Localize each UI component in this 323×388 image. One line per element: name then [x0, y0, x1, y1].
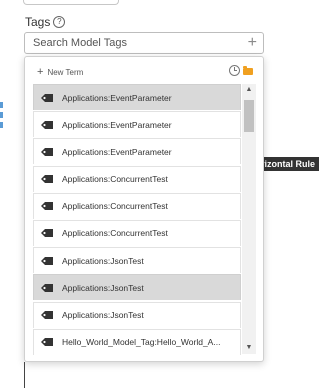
tag-list-item-label: Hello_World_Model_Tag:Hello_World_A...: [62, 337, 221, 348]
tags-field-label: Tags ?: [25, 15, 66, 29]
tag-list-item[interactable]: Applications:JsonTest: [33, 301, 241, 328]
tag-list-item[interactable]: Applications:ConcurrentTest: [33, 219, 241, 246]
plus-icon: +: [37, 66, 44, 78]
tag-list-item-label: Applications:JsonTest: [62, 282, 144, 293]
tag-list-item[interactable]: Applications:EventParameter: [33, 84, 241, 110]
tag-list-item-label: Applications:EventParameter: [62, 146, 172, 157]
tag-icon: [41, 202, 53, 211]
folder-icon[interactable]: [243, 66, 253, 75]
tag-icon: [41, 175, 53, 184]
tag-icon: [41, 338, 53, 347]
tag-icon: [41, 256, 53, 265]
tag-list-item[interactable]: Applications:EventParameter: [33, 111, 241, 138]
background-link-fragment: [0, 112, 3, 118]
previous-field-box: [23, 0, 119, 5]
background-link-fragment: [0, 122, 3, 128]
tag-icon: [41, 311, 53, 319]
clock-icon[interactable]: [229, 65, 240, 76]
horizontal-rule-label: rizontal Rule: [258, 157, 320, 171]
tag-list-item[interactable]: Applications:JsonTest: [33, 247, 241, 274]
tag-list-item[interactable]: Applications:ConcurrentTest: [33, 165, 241, 192]
tag-list-item-label: Applications:ConcurrentTest: [62, 228, 168, 239]
tag-icon: [41, 93, 53, 102]
scroll-up-arrow-icon[interactable]: ▲: [242, 84, 256, 96]
tag-list-item-label: Applications:ConcurrentTest: [62, 201, 168, 212]
tag-list-item-label: Applications:JsonTest: [62, 255, 144, 266]
tag-list-item[interactable]: Applications:JsonTest: [33, 274, 241, 301]
new-term-button[interactable]: + New Term: [37, 66, 84, 78]
scrollbar-thumb[interactable]: [244, 100, 254, 132]
tag-list-item[interactable]: Applications:EventParameter: [33, 138, 241, 165]
tag-search-input[interactable]: [25, 33, 243, 53]
tag-search-box[interactable]: +: [24, 32, 264, 54]
tag-icon: [41, 120, 53, 129]
tag-list-item[interactable]: Hello_World_Model_Tag:Hello_World_A...: [33, 328, 241, 355]
tag-icon: [41, 229, 53, 238]
new-term-label: New Term: [47, 67, 84, 77]
tag-list-item-label: Applications:JsonTest: [62, 310, 144, 320]
tag-list-item-label: Applications:ConcurrentTest: [62, 174, 168, 185]
scroll-down-arrow-icon[interactable]: ▼: [242, 342, 256, 354]
tag-list: Applications:EventParameter Applications:…: [33, 84, 241, 360]
tag-icon: [41, 147, 53, 156]
dropdown-icons: [229, 65, 253, 76]
add-tag-icon[interactable]: +: [248, 35, 257, 51]
tag-list-item-label: Applications:EventParameter: [62, 92, 172, 103]
tag-icon: [41, 283, 53, 292]
tags-label-text: Tags: [25, 15, 51, 29]
help-icon[interactable]: ?: [53, 16, 66, 28]
tag-dropdown: + New Term Applications:EventParameter Ap…: [24, 56, 264, 362]
divider-line: [24, 362, 25, 388]
scrollbar[interactable]: ▲ ▼: [242, 84, 256, 354]
tag-list-item-label: Applications:EventParameter: [62, 119, 172, 130]
tag-list-item[interactable]: Applications:ConcurrentTest: [33, 192, 241, 219]
background-link-fragment: [0, 102, 3, 108]
